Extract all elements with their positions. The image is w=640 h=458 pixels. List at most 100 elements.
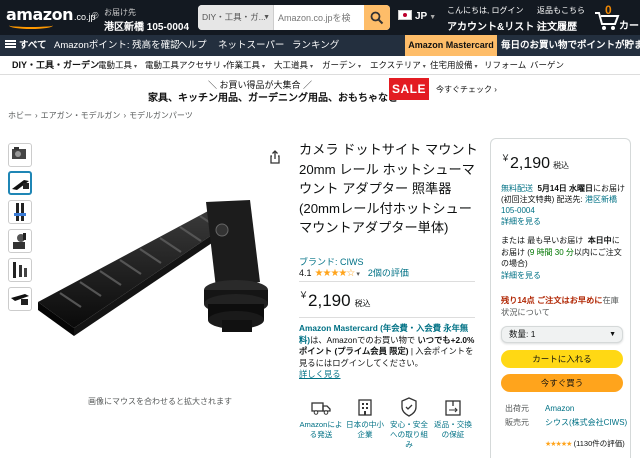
star-rating-icon[interactable]: ★★★★☆ xyxy=(315,268,356,279)
fast-time: 9 時間 30 分 xyxy=(529,247,574,257)
subnav-item-help[interactable]: ヘルプ xyxy=(178,35,207,56)
mastercard-text: は、Amazonでのお買い物で xyxy=(310,334,418,345)
deliver-line2: 港区新橋 105-0004 xyxy=(104,22,190,33)
category-diy[interactable]: DIY・工具・ガーデン xyxy=(12,56,99,75)
feature-label: Amazonによる発送 xyxy=(299,420,343,439)
thumbnail-image xyxy=(12,147,26,159)
location-pin-icon: ⌾ xyxy=(92,10,99,22)
ship-to-label: 配送先: xyxy=(554,195,585,204)
category-reform[interactable]: リフォーム xyxy=(484,56,526,75)
buybox-price: ￥2,190 税込 xyxy=(501,151,569,173)
banner-line2: 家具、キッチン用品、ガーデニング用品、おもちゃなど xyxy=(148,93,398,104)
feature-label: 返品・交換の保証 xyxy=(434,420,472,439)
product-price: ￥2,190 税込 xyxy=(299,288,371,311)
feature-return-guarantee[interactable]: 返品・交換の保証 xyxy=(431,396,475,440)
language-label: JP xyxy=(415,11,428,22)
free-delivery-link[interactable]: 無料配送 xyxy=(501,184,533,193)
chevron-down-icon: ▾ xyxy=(474,64,478,70)
fast-date: 本日中 xyxy=(587,236,612,245)
search-category-select[interactable]: DIY・工具・ガ... ▼ xyxy=(198,5,274,30)
buy-box: ￥2,190 税込 無料配送 5月14日 水曜日にお届け (初回注文特典) 配送先… xyxy=(490,138,631,458)
orders-label: 注文履歴 xyxy=(537,22,577,33)
buy-now-button[interactable]: 今すぐ買う xyxy=(501,374,623,392)
category-bargain[interactable]: バーゲン xyxy=(530,56,564,75)
category-exterior[interactable]: エクステリア ▾ xyxy=(370,56,426,77)
account-greeting: こんにちは, ログイン xyxy=(447,6,524,15)
breadcrumb-item[interactable]: エアガン・モデルガン xyxy=(41,111,121,120)
top-nav: amazon.co.jp ⌾ お届け先 港区新橋 105-0004 DIY・工具… xyxy=(0,0,640,35)
add-to-cart-button[interactable]: カートに入れる xyxy=(501,350,623,368)
truck-icon xyxy=(311,402,331,415)
logo-smile-icon xyxy=(9,22,53,29)
feature-small-business[interactable]: 日本の中小企業 xyxy=(343,396,387,440)
chevron-down-icon: ▾ xyxy=(422,64,426,70)
details-link[interactable]: 詳しく見る xyxy=(299,369,341,379)
category-garden[interactable]: ガーデン ▾ xyxy=(322,56,361,77)
sub-nav: すべて Amazonポイント: 残高を確認 ヘルプ ネットスーパー ランキング … xyxy=(0,35,640,56)
all-menu-button[interactable]: すべて xyxy=(5,35,46,56)
delivery-info: 無料配送 5月14日 水曜日にお届け (初回注文特典) 配送先: 港区新橋 10… xyxy=(501,183,627,227)
deliver-to[interactable]: ⌾ お届け先 港区新橋 105-0004 xyxy=(92,6,192,33)
price-symbol: ￥ xyxy=(299,290,309,300)
product-image[interactable] xyxy=(38,190,268,340)
thumbnail[interactable] xyxy=(8,258,32,282)
category-label: 電動工具アクセサリ xyxy=(145,60,222,70)
share-icon[interactable] xyxy=(268,150,282,164)
breadcrumb-item[interactable]: ホビー xyxy=(8,111,32,120)
search-button[interactable] xyxy=(364,5,390,30)
category-hand-tools[interactable]: 作業工具 ▾ xyxy=(226,56,265,77)
thumbnail-image xyxy=(13,233,26,249)
review-count-link[interactable]: 2個の評価 xyxy=(368,268,409,278)
product-title: カメラ ドットサイト マウント 20mm レール ホットシューマウント アダプタ… xyxy=(299,142,478,235)
hamburger-icon xyxy=(5,40,16,48)
chevron-down-icon: ▾ xyxy=(262,64,266,70)
language-selector[interactable]: JP ▼ xyxy=(398,10,438,26)
banner-check-text: 今すぐチェック xyxy=(436,85,492,94)
price-symbol: ￥ xyxy=(501,153,511,163)
search-bar: DIY・工具・ガ... ▼ xyxy=(198,5,390,30)
returns-orders[interactable]: 返品もこちら 注文履歴 xyxy=(537,4,589,33)
thumbnail-image xyxy=(11,294,29,305)
delivery-details-link[interactable]: 詳細を見る xyxy=(501,217,541,226)
thumbnail[interactable] xyxy=(8,287,32,311)
category-carpentry[interactable]: 大工道具 ▾ xyxy=(274,56,313,77)
category-power-tools[interactable]: 電動工具 ▾ xyxy=(98,56,137,77)
zoom-hint: 画像にマウスを合わせると拡大されます xyxy=(88,397,232,406)
mastercard-promo[interactable]: Amazon Mastercard xyxy=(405,35,497,56)
sold-by-link[interactable]: シウス(株式会社CIWS) xyxy=(545,418,629,428)
shield-icon xyxy=(401,397,417,417)
quantity-select[interactable]: 数量: 1 ▼ xyxy=(501,326,623,343)
category-power-tool-accessories[interactable]: 電動工具アクセサリ ▾ xyxy=(145,56,226,77)
breadcrumb-item[interactable]: モデルガンパーツ xyxy=(129,111,193,120)
subnav-item-net-super[interactable]: ネットスーパー xyxy=(218,35,284,56)
thumbnail-selected[interactable] xyxy=(8,171,32,195)
thumbnail-image xyxy=(13,262,27,278)
sale-banner[interactable]: ＼ お買い得品が大集合 ／ 家具、キッチン用品、ガーデニング用品、おもちゃなど … xyxy=(140,76,500,104)
stock-warning: 残り14点 ご注文はお早めに xyxy=(501,296,603,305)
price-tax-label: 税込 xyxy=(354,299,371,308)
category-housing-equipment[interactable]: 住宅用設備 ▾ xyxy=(430,56,478,77)
category-label: 住宅用設備 xyxy=(430,60,473,70)
subnav-item-ranking[interactable]: ランキング xyxy=(292,35,339,56)
chevron-down-icon: ▾ xyxy=(358,64,362,70)
sold-by-label: 販売元 xyxy=(505,418,529,427)
feature-safety[interactable]: 安心・安全への取り組み xyxy=(387,396,431,450)
sale-badge: SALE xyxy=(389,78,429,100)
promo-tagline[interactable]: 毎日のお買い物でポイントが貯ま xyxy=(501,35,640,56)
seller-rating[interactable]: ★★★★★ (1130件の評価) xyxy=(545,439,629,450)
chevron-down-icon[interactable]: ▾ xyxy=(356,271,360,278)
banner-check-link[interactable]: 今すぐチェック › xyxy=(436,84,497,95)
thumbnail[interactable] xyxy=(8,143,32,167)
divider xyxy=(299,281,475,282)
feature-amazon-shipping[interactable]: Amazonによる発送 xyxy=(299,396,343,440)
thumbnail[interactable] xyxy=(8,229,32,253)
cart-button[interactable]: 0 カート xyxy=(592,3,640,33)
mastercard-offer: Amazon Mastercard (年会費・入会費 永年無料)は、Amazon… xyxy=(299,323,475,381)
subnav-item-points[interactable]: Amazonポイント: 残高を確認 xyxy=(54,35,180,56)
search-input[interactable] xyxy=(274,5,364,30)
account-menu[interactable]: こんにちは, ログイン アカウント&リスト▼ xyxy=(447,4,542,33)
price-amount: 2,190 xyxy=(510,155,551,172)
thumbnail[interactable] xyxy=(8,200,32,224)
amazon-logo[interactable]: amazon.co.jp xyxy=(6,5,95,29)
fast-details-link[interactable]: 詳細を見る xyxy=(501,271,541,280)
